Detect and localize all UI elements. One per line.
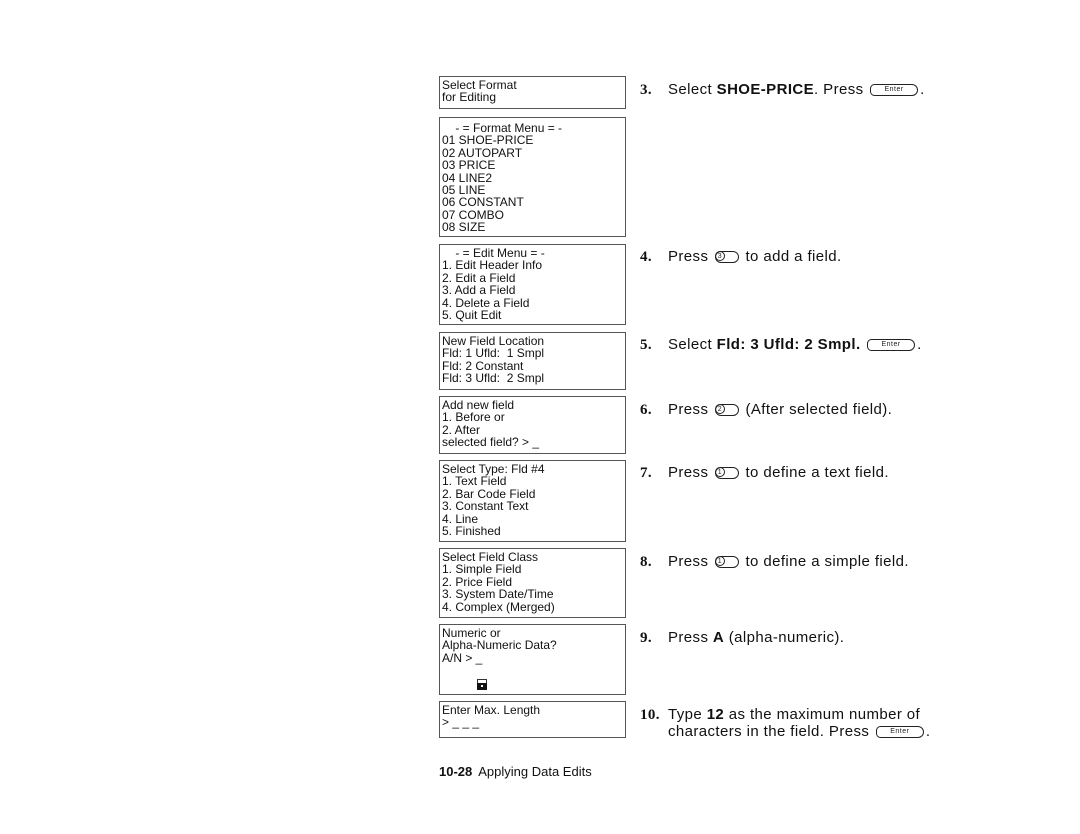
step-bold-text: Fld: 3 Ufld: 2 Smpl.: [716, 336, 861, 353]
step-10: 10. Type 12 as the maximum number of: [640, 705, 920, 725]
step-3: 3. Select SHOE-PRICE. Press Enter.: [640, 80, 925, 100]
step-text: .: [917, 336, 922, 353]
menu-item: 1. Edit Header Info: [442, 258, 543, 273]
step-text: to define a simple field.: [740, 553, 909, 570]
screen-line: > _ _ _: [442, 715, 480, 730]
lock-icon: [477, 679, 487, 690]
page-number: 10-28: [439, 764, 473, 779]
screen-line: Alpha-Numeric Data?: [442, 638, 557, 653]
step-number: 7.: [640, 465, 653, 481]
step-text: Select: [668, 81, 717, 98]
select-format-screen: Select Format for Editing: [439, 76, 626, 109]
step-text: . Press: [814, 81, 869, 98]
enter-key-icon: Enter: [870, 84, 919, 97]
step-text: Press: [668, 248, 713, 265]
select-field-class-screen: Select Field Class 1. Simple Field 2. Pr…: [439, 548, 626, 618]
menu-item: 03 PRICE: [442, 158, 496, 173]
page-footer: 10-28 Applying Data Edits: [439, 764, 592, 779]
menu-item: 01 SHOE-PRICE: [442, 133, 534, 148]
step-text: Press: [668, 553, 713, 570]
step-8: 8. Press 1 to define a simple field.: [640, 552, 909, 572]
enter-key-icon: Enter: [875, 726, 924, 739]
menu-item: 5. Finished: [442, 524, 501, 539]
step-text: to add a field.: [740, 248, 842, 265]
step-number: 9.: [640, 630, 653, 646]
step-text: characters in the field. Press: [668, 723, 874, 740]
step-text: Type: [668, 706, 707, 723]
step-text: Select: [668, 336, 717, 353]
format-menu-screen: - = Format Menu = - 01 SHOE-PRICE 02 AUT…: [439, 117, 626, 237]
enter-key-icon: Enter: [867, 339, 916, 352]
step-number: 5.: [640, 337, 653, 353]
screen-line: selected field? > _: [442, 435, 540, 450]
step-bold-text: 12: [706, 706, 725, 723]
step-bold-text: SHOE-PRICE: [716, 81, 815, 98]
step-text: to define a text field.: [740, 464, 889, 481]
step-text: (alpha-numeric).: [724, 629, 845, 646]
key-label: 1: [714, 556, 725, 567]
menu-item: 3. System Date/Time: [442, 587, 554, 602]
menu-item: 08 SIZE: [442, 220, 486, 235]
key-2-icon: 2: [714, 404, 739, 417]
key-label: 2: [714, 404, 725, 415]
screen-line: Fld: 1 Ufld: 1 Smpl: [442, 346, 545, 361]
select-type-screen: Select Type: Fld #4 1. Text Field 2. Bar…: [439, 460, 626, 542]
step-text: .: [925, 723, 931, 740]
step-4: 4. Press 3 to add a field.: [640, 247, 842, 267]
step-text: Press: [668, 464, 713, 481]
step-text: (After selected field).: [740, 401, 893, 418]
step-5: 5. Select Fld: 3 Ufld: 2 Smpl. Enter.: [640, 335, 922, 355]
screen-line: 1. Before or: [442, 410, 505, 425]
step-number: 4.: [640, 249, 653, 265]
step-10-continuation: characters in the field. Press Enter.: [668, 723, 930, 740]
enter-max-length-screen: Enter Max. Length > _ _ _: [439, 701, 626, 738]
menu-item: 3. Add a Field: [442, 283, 516, 298]
menu-item: 1. Text Field: [442, 474, 507, 489]
menu-item: 5. Quit Edit: [442, 308, 502, 323]
step-number: 8.: [640, 554, 653, 570]
numeric-or-alpha-screen: Numeric or Alpha-Numeric Data? A/N > _: [439, 624, 626, 695]
menu-item: 06 CONSTANT: [442, 195, 524, 210]
step-text: Press: [668, 401, 713, 418]
section-title: Applying Data Edits: [478, 764, 592, 779]
step-number: 10.: [640, 707, 660, 723]
key-1-icon: 1: [714, 467, 739, 480]
step-6: 6. Press 2 (After selected field).: [640, 400, 892, 420]
screen-line: for Editing: [442, 90, 497, 105]
step-text: .: [920, 81, 925, 98]
step-number: 3.: [640, 82, 653, 98]
key-label: 1: [714, 467, 725, 478]
step-bold-text: A: [712, 629, 725, 646]
key-1-icon: 1: [714, 556, 739, 569]
key-3-icon: 3: [714, 251, 739, 264]
step-9: 9. Press A (alpha-numeric).: [640, 628, 844, 648]
screen-line: Fld: 3 Ufld: 2 Smpl: [442, 371, 545, 386]
step-7: 7. Press 1 to define a text field.: [640, 463, 889, 483]
menu-item: 4. Complex (Merged): [442, 599, 555, 614]
edit-menu-screen: - = Edit Menu = - 1. Edit Header Info 2.…: [439, 244, 626, 325]
menu-item: 3. Constant Text: [442, 499, 529, 514]
screen-line: A/N > _: [442, 650, 483, 665]
add-new-field-screen: Add new field 1. Before or 2. After sele…: [439, 396, 626, 454]
new-field-location-screen: New Field Location Fld: 1 Ufld: 1 Smpl F…: [439, 332, 626, 390]
step-text: as the maximum number of: [724, 706, 921, 723]
step-number: 6.: [640, 402, 653, 418]
menu-item: 1. Simple Field: [442, 562, 522, 577]
key-label: 3: [714, 251, 725, 262]
step-text: Press: [668, 629, 713, 646]
